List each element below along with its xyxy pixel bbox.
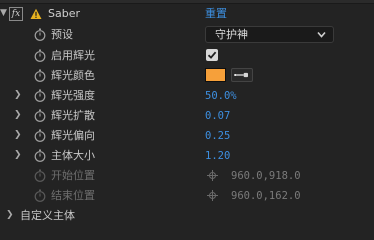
warning-icon xyxy=(30,8,42,19)
top-edge xyxy=(0,0,374,4)
fx-toggle-icon[interactable]: fx xyxy=(9,7,23,21)
stopwatch-icon[interactable] xyxy=(34,89,46,102)
effect-name: Saber xyxy=(48,7,80,20)
property-label: 预设 xyxy=(51,28,73,41)
property-row-glow-bias: ❯ 辉光偏向 0.25 xyxy=(0,126,374,146)
group-row-custom-core[interactable]: ❯ 自定义主体 xyxy=(0,206,374,226)
property-row-glow-color: 辉光颜色 xyxy=(0,66,374,86)
stopwatch-icon xyxy=(34,169,46,182)
stopwatch-icon[interactable] xyxy=(34,69,46,82)
property-row-glow-spread: ❯ 辉光扩散 0.07 xyxy=(0,106,374,126)
property-row-enable-glow: 启用辉光 xyxy=(0,46,374,66)
property-row-start-position: 开始位置 960.0,918.0 xyxy=(0,166,374,186)
stopwatch-icon[interactable] xyxy=(34,129,46,142)
chevron-right-icon[interactable]: ❯ xyxy=(14,131,22,140)
property-row-end-position: 结束位置 960.0,162.0 xyxy=(0,186,374,206)
checkmark-icon xyxy=(207,51,217,59)
property-label: 辉光强度 xyxy=(51,89,95,102)
property-row-core-size: ❯ 主体大小 1.20 xyxy=(0,146,374,166)
preset-dropdown[interactable]: 守护神 xyxy=(205,26,334,43)
property-label: 辉光扩散 xyxy=(51,109,95,122)
chevron-right-icon[interactable]: ❯ xyxy=(14,111,22,120)
property-row-preset: 预设 守护神 xyxy=(0,25,374,45)
crosshair-icon xyxy=(207,170,218,181)
crosshair-icon xyxy=(207,190,218,201)
chevron-down-icon xyxy=(317,31,326,38)
property-label: 辉光偏向 xyxy=(51,129,95,142)
property-label: 结束位置 xyxy=(51,189,95,202)
chevron-right-icon[interactable]: ❯ xyxy=(14,91,22,100)
eyedropper-icon xyxy=(234,72,248,78)
effect-controls-panel: ▼ fx Saber 重置 预设 守护神 启用辉光 辉光颜色 ❯ 辉光强度 50… xyxy=(0,0,374,222)
stopwatch-icon xyxy=(34,189,46,202)
property-label: 开始位置 xyxy=(51,169,95,182)
property-value[interactable]: 0.07 xyxy=(205,108,230,124)
effect-header-row: ▼ fx Saber 重置 xyxy=(0,6,374,26)
property-value[interactable]: 0.25 xyxy=(205,128,230,144)
eyedropper-button[interactable] xyxy=(231,68,253,82)
property-value: 960.0,918.0 xyxy=(231,170,301,182)
property-value: 960.0,162.0 xyxy=(231,190,301,202)
stopwatch-icon[interactable] xyxy=(34,109,46,122)
color-swatch[interactable] xyxy=(205,68,226,82)
chevron-right-icon[interactable]: ❯ xyxy=(6,211,14,220)
property-label: 主体大小 xyxy=(51,149,95,162)
twirl-down-icon[interactable]: ▼ xyxy=(0,8,7,18)
property-label: 启用辉光 xyxy=(51,49,95,62)
chevron-right-icon[interactable]: ❯ xyxy=(14,151,22,160)
stopwatch-icon[interactable] xyxy=(34,28,46,41)
stopwatch-icon[interactable] xyxy=(34,149,46,162)
property-value[interactable]: 50.0% xyxy=(205,88,237,104)
group-label: 自定义主体 xyxy=(20,209,75,222)
stopwatch-icon[interactable] xyxy=(34,49,46,62)
reset-button[interactable]: 重置 xyxy=(205,6,227,22)
enable-glow-checkbox[interactable] xyxy=(206,49,218,61)
property-value[interactable]: 1.20 xyxy=(205,148,230,164)
property-label: 辉光颜色 xyxy=(51,69,95,82)
dropdown-value: 守护神 xyxy=(215,28,248,41)
property-row-glow-intensity: ❯ 辉光强度 50.0% xyxy=(0,86,374,106)
